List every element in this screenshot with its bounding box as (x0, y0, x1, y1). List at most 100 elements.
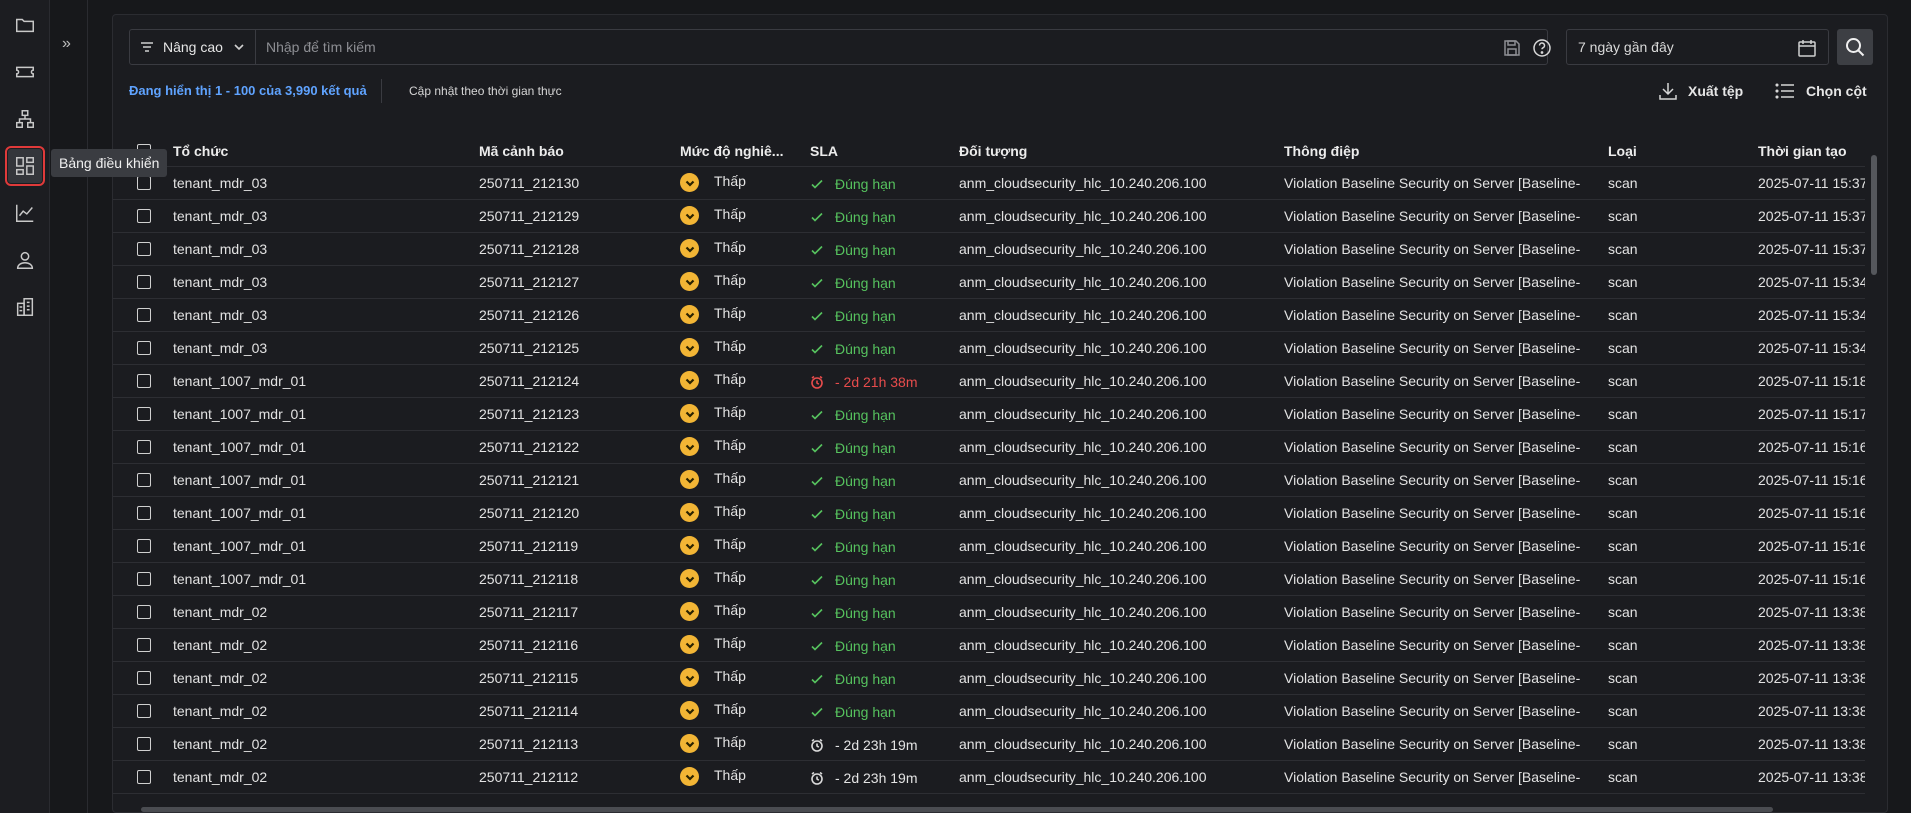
advanced-filter-button[interactable]: Nâng cao (130, 30, 256, 64)
row-checkbox[interactable] (137, 638, 151, 652)
cell-alert-id[interactable]: 250711_212112 (479, 769, 669, 785)
column-header-type[interactable]: Loại (1608, 143, 1637, 159)
row-checkbox[interactable] (137, 704, 151, 718)
column-header-created[interactable]: Thời gian tạo (1758, 143, 1847, 159)
cell-alert-id[interactable]: 250711_212115 (479, 670, 669, 686)
date-range-label: 7 ngày gần đây (1578, 39, 1674, 55)
cell-alert-id[interactable]: 250711_212127 (479, 274, 669, 290)
column-header-alert-id[interactable]: Mã cảnh báo (479, 143, 564, 159)
table-row[interactable]: tenant_1007_mdr_01 250711_212122 Thấp Đúng … (113, 431, 1865, 464)
cell-created: 2025-07-11 15:18: (1758, 373, 1865, 389)
row-checkbox[interactable] (137, 572, 151, 586)
cell-org: tenant_mdr_03 (173, 175, 268, 191)
row-checkbox[interactable] (137, 407, 151, 421)
vertical-scrollbar[interactable] (1871, 155, 1877, 275)
severity-low-icon (680, 569, 699, 588)
row-checkbox[interactable] (137, 308, 151, 322)
row-checkbox[interactable] (137, 176, 151, 190)
check-icon (810, 408, 824, 422)
realtime-update-toggle[interactable]: Cập nhật theo thời gian thực (409, 84, 562, 98)
cell-alert-id[interactable]: 250711_212113 (479, 736, 669, 752)
row-checkbox[interactable] (137, 374, 151, 388)
cell-alert-id[interactable]: 250711_212122 (479, 439, 669, 455)
expand-icon[interactable]: » (62, 36, 78, 52)
row-checkbox[interactable] (137, 473, 151, 487)
table-row[interactable]: tenant_1007_mdr_01 250711_212118 Thấp Đúng … (113, 563, 1865, 596)
search-button[interactable] (1837, 29, 1873, 65)
sidebar-item-dashboard[interactable] (5, 146, 45, 186)
search-bar: Nâng cao (129, 29, 1551, 65)
table-row[interactable]: tenant_mdr_03 250711_212128 Thấp Đúng hạn an… (113, 233, 1865, 266)
cell-alert-id[interactable]: 250711_212118 (479, 571, 669, 587)
table-row[interactable]: tenant_mdr_02 250711_212113 Thấp - 2d 23h 1… (113, 728, 1865, 761)
row-checkbox[interactable] (137, 671, 151, 685)
cell-sla: - 2d 23h 19m (835, 737, 918, 753)
sidebar-item-users[interactable] (8, 243, 42, 277)
cell-alert-id[interactable]: 250711_212119 (479, 538, 669, 554)
cell-alert-id[interactable]: 250711_212125 (479, 340, 669, 356)
cell-type: scan (1608, 307, 1638, 323)
cell-object: anm_cloudsecurity_hlc_10.240.206.100 (959, 340, 1207, 356)
column-header-severity[interactable]: Mức độ nghiê... (680, 143, 783, 159)
table-row[interactable]: tenant_1007_mdr_01 250711_212124 Thấp - 2d … (113, 365, 1865, 398)
table-row[interactable]: tenant_1007_mdr_01 250711_212123 Thấp Đúng … (113, 398, 1865, 431)
row-checkbox[interactable] (137, 737, 151, 751)
sidebar-item-folder[interactable] (8, 8, 42, 42)
cell-message: Violation Baseline Security on Server [B… (1284, 604, 1581, 620)
sidebar-item-organizations[interactable] (8, 290, 42, 324)
row-checkbox[interactable] (137, 341, 151, 355)
column-header-org[interactable]: Tổ chức (173, 143, 228, 159)
cell-alert-id[interactable]: 250711_212124 (479, 373, 669, 389)
export-label: Xuất tệp (1688, 83, 1744, 99)
table-row[interactable]: tenant_mdr_03 250711_212126 Thấp Đúng hạn an… (113, 299, 1865, 332)
table-row[interactable]: tenant_mdr_02 250711_212115 Thấp Đúng hạn an… (113, 662, 1865, 695)
table-row[interactable]: tenant_mdr_03 250711_212129 Thấp Đúng hạn an… (113, 200, 1865, 233)
table-row[interactable]: tenant_mdr_02 250711_212117 Thấp Đúng hạn an… (113, 596, 1865, 629)
cell-created: 2025-07-11 13:38: (1758, 703, 1865, 719)
table-row[interactable]: tenant_mdr_03 250711_212127 Thấp Đúng hạn an… (113, 266, 1865, 299)
sidebar-item-topology[interactable] (8, 102, 42, 136)
check-icon (810, 573, 824, 587)
row-checkbox[interactable] (137, 770, 151, 784)
table-row[interactable]: tenant_1007_mdr_01 250711_212120 Thấp Đúng … (113, 497, 1865, 530)
save-search-icon[interactable] (1502, 38, 1522, 58)
table-row[interactable]: tenant_mdr_03 250711_212130 Thấp Đúng hạn an… (113, 167, 1865, 200)
table-row[interactable]: tenant_mdr_02 250711_212112 Thấp - 2d 23h 1… (113, 761, 1865, 794)
cell-type: scan (1608, 472, 1638, 488)
help-button[interactable] (1532, 38, 1552, 58)
sidebar-item-reports[interactable] (8, 196, 42, 230)
column-header-object[interactable]: Đối tượng (959, 143, 1027, 159)
table-row[interactable]: tenant_1007_mdr_01 250711_212121 Thấp Đúng … (113, 464, 1865, 497)
row-checkbox[interactable] (137, 209, 151, 223)
row-checkbox[interactable] (137, 275, 151, 289)
table-row[interactable]: tenant_1007_mdr_01 250711_212119 Thấp Đúng … (113, 530, 1865, 563)
row-checkbox[interactable] (137, 539, 151, 553)
cell-alert-id[interactable]: 250711_212123 (479, 406, 669, 422)
cell-alert-id[interactable]: 250711_212130 (479, 175, 669, 191)
cell-alert-id[interactable]: 250711_212129 (479, 208, 669, 224)
horizontal-scrollbar[interactable] (141, 807, 1773, 812)
row-checkbox[interactable] (137, 506, 151, 520)
cell-alert-id[interactable]: 250711_212126 (479, 307, 669, 323)
row-checkbox[interactable] (137, 242, 151, 256)
cell-org: tenant_mdr_02 (173, 769, 268, 785)
cell-alert-id[interactable]: 250711_212114 (479, 703, 669, 719)
row-checkbox[interactable] (137, 440, 151, 454)
export-button[interactable]: Xuất tệp (1657, 78, 1743, 104)
column-header-message[interactable]: Thông điệp (1284, 143, 1359, 159)
date-range-picker[interactable]: 7 ngày gần đây (1566, 29, 1829, 65)
choose-columns-button[interactable]: Chọn cột (1774, 78, 1867, 104)
cell-alert-id[interactable]: 250711_212117 (479, 604, 669, 620)
sidebar-item-tickets[interactable] (8, 55, 42, 89)
column-header-sla[interactable]: SLA (810, 143, 838, 159)
table-row[interactable]: tenant_mdr_02 250711_212116 Thấp Đúng hạn an… (113, 629, 1865, 662)
cell-alert-id[interactable]: 250711_212121 (479, 472, 669, 488)
table-row[interactable]: tenant_mdr_02 250711_212114 Thấp Đúng hạn an… (113, 695, 1865, 728)
cell-alert-id[interactable]: 250711_212128 (479, 241, 669, 257)
cell-alert-id[interactable]: 250711_212120 (479, 505, 669, 521)
search-input[interactable] (257, 30, 1487, 64)
table-row[interactable]: tenant_mdr_03 250711_212125 Thấp Đúng hạn an… (113, 332, 1865, 365)
cell-created: 2025-07-11 15:16: (1758, 505, 1865, 521)
row-checkbox[interactable] (137, 605, 151, 619)
cell-alert-id[interactable]: 250711_212116 (479, 637, 669, 653)
